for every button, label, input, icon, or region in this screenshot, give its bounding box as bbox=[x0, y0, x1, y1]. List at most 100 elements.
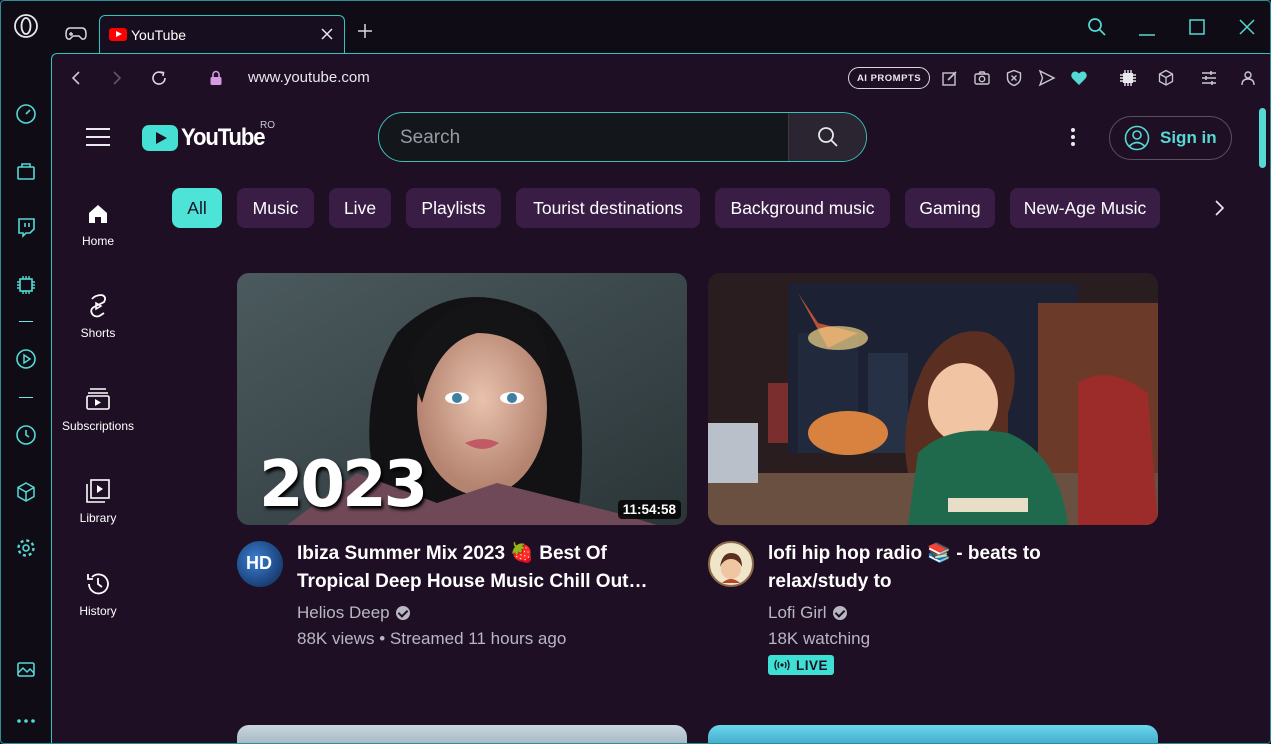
close-tab-icon[interactable] bbox=[319, 26, 335, 42]
easy-setup-icon[interactable] bbox=[1199, 68, 1219, 88]
more-icon[interactable] bbox=[14, 709, 38, 733]
sidebar-divider bbox=[19, 397, 33, 398]
channel-name[interactable]: Helios Deep bbox=[297, 603, 390, 623]
player-icon[interactable] bbox=[14, 347, 38, 371]
speed-dial-icon[interactable] bbox=[14, 102, 38, 126]
chip-gaming[interactable]: Gaming bbox=[905, 188, 995, 228]
video-meta: 88K views • Streamed 11 hours ago bbox=[297, 629, 567, 648]
search-box[interactable]: Search bbox=[378, 112, 867, 162]
ai-prompts-button[interactable]: AI PROMPTS bbox=[848, 67, 930, 89]
history-icon bbox=[52, 570, 144, 598]
tab-youtube[interactable]: YouTube bbox=[99, 15, 345, 54]
nav-label: Library bbox=[79, 511, 117, 525]
thumbnail-text: 2023 bbox=[259, 448, 428, 522]
opera-logo-icon[interactable] bbox=[14, 14, 38, 38]
reload-icon[interactable] bbox=[149, 68, 169, 88]
nav-label: History bbox=[79, 604, 117, 618]
shopping-icon[interactable] bbox=[14, 159, 38, 183]
video-thumbnail[interactable] bbox=[708, 273, 1158, 525]
close-window-icon[interactable] bbox=[1235, 15, 1259, 39]
channel-name-row: Lofi Girl bbox=[768, 603, 847, 623]
video-meta: 18K watching bbox=[768, 629, 871, 648]
chip-new-age-music[interactable]: New-Age Music bbox=[1010, 188, 1160, 228]
account-circle-icon bbox=[1124, 125, 1150, 151]
aria-icon[interactable] bbox=[14, 273, 38, 297]
chip-playlists[interactable]: Playlists bbox=[406, 188, 501, 228]
channel-name-row: Helios Deep bbox=[297, 603, 410, 623]
send-flow-icon[interactable] bbox=[1037, 68, 1057, 88]
logo-text: YouTube bbox=[181, 124, 266, 151]
search-button[interactable] bbox=[788, 113, 866, 161]
channel-name[interactable]: Lofi Girl bbox=[768, 603, 827, 623]
scrollbar-thumb[interactable] bbox=[1259, 108, 1266, 168]
video-thumbnail[interactable] bbox=[237, 725, 687, 743]
youtube-logo[interactable]: YouTube RO bbox=[142, 120, 275, 152]
settings-kebab-icon[interactable] bbox=[1070, 128, 1076, 148]
nav-library[interactable]: Library bbox=[52, 477, 144, 525]
nav-label: Home bbox=[81, 234, 114, 248]
verified-check-icon bbox=[832, 606, 847, 620]
thumbnail-image bbox=[708, 273, 1158, 525]
nav-shorts[interactable]: Shorts bbox=[52, 292, 144, 340]
video-thumbnail[interactable] bbox=[708, 725, 1158, 743]
extensions-icon[interactable] bbox=[1156, 68, 1176, 88]
chip-music[interactable]: Music bbox=[237, 188, 314, 228]
tab-bar: YouTube bbox=[51, 1, 1270, 54]
lock-icon[interactable] bbox=[206, 68, 226, 88]
forward-icon[interactable] bbox=[107, 68, 127, 88]
chevron-right-icon[interactable] bbox=[1209, 198, 1229, 218]
live-badge: LIVE bbox=[768, 655, 835, 675]
sign-in-button[interactable]: Sign in bbox=[1109, 116, 1232, 160]
duration-badge: 11:54:58 bbox=[617, 500, 681, 519]
minimize-icon[interactable] bbox=[1135, 15, 1159, 39]
chip-all[interactable]: All bbox=[172, 188, 222, 228]
lofi-girl-avatar-icon bbox=[720, 553, 742, 583]
settings-gear-icon[interactable] bbox=[14, 536, 38, 560]
url-text[interactable]: www.youtube.com bbox=[248, 69, 370, 86]
heart-icon[interactable] bbox=[1069, 68, 1089, 88]
subscriptions-icon bbox=[52, 385, 144, 413]
video-title[interactable]: lofi hip hop radio 📚 - beats to relax/st… bbox=[768, 540, 1128, 596]
nav-subscriptions[interactable]: Subscriptions bbox=[52, 385, 144, 433]
menu-hamburger-icon[interactable] bbox=[86, 128, 110, 146]
profile-icon[interactable] bbox=[1238, 68, 1258, 88]
edit-page-icon[interactable] bbox=[940, 68, 960, 88]
page-panel: www.youtube.com AI PROMPTS YouTube RO Se… bbox=[51, 53, 1270, 743]
search-input[interactable]: Search bbox=[400, 127, 460, 149]
browser-window: YouTube www.youtube.com AI PROMPTS YouTu… bbox=[0, 0, 1271, 744]
back-icon[interactable] bbox=[66, 68, 86, 88]
new-tab-plus-icon[interactable] bbox=[355, 21, 375, 41]
gallery-icon[interactable] bbox=[14, 657, 38, 681]
youtube-play-icon bbox=[142, 125, 178, 151]
maximize-icon[interactable] bbox=[1185, 15, 1209, 39]
shorts-icon bbox=[52, 292, 144, 320]
snapshot-camera-icon[interactable] bbox=[972, 68, 992, 88]
nav-label: Subscriptions bbox=[61, 419, 135, 433]
home-icon bbox=[52, 200, 144, 228]
live-label: LIVE bbox=[796, 657, 829, 673]
chip-background-music[interactable]: Background music bbox=[715, 188, 890, 228]
country-code: RO bbox=[260, 120, 275, 131]
verified-check-icon bbox=[395, 606, 410, 620]
video-thumbnail[interactable]: 2023 11:54:58 bbox=[237, 273, 687, 525]
sidebar-divider bbox=[19, 321, 33, 322]
avatar-text: HD bbox=[246, 553, 272, 573]
search-tabs-icon[interactable] bbox=[1085, 15, 1109, 39]
aria-chip-icon[interactable] bbox=[1118, 68, 1138, 88]
channel-avatar[interactable]: HD bbox=[237, 541, 283, 587]
youtube-favicon-icon bbox=[109, 28, 127, 41]
gamepad-icon[interactable] bbox=[63, 21, 89, 47]
live-broadcast-icon bbox=[774, 659, 790, 671]
chip-live[interactable]: Live bbox=[329, 188, 391, 228]
extensions-cube-icon[interactable] bbox=[14, 480, 38, 504]
video-title[interactable]: Ibiza Summer Mix 2023 🍓 Best Of Tropical… bbox=[297, 540, 657, 596]
chip-tourist-destinations[interactable]: Tourist destinations bbox=[516, 188, 700, 228]
nav-home[interactable]: Home bbox=[52, 200, 144, 248]
search-icon bbox=[817, 127, 838, 147]
sign-in-label: Sign in bbox=[1160, 128, 1217, 147]
nav-history[interactable]: History bbox=[52, 570, 144, 618]
twitch-icon[interactable] bbox=[14, 215, 38, 239]
history-icon[interactable] bbox=[14, 423, 38, 447]
channel-avatar[interactable] bbox=[708, 541, 754, 587]
adblock-shield-icon[interactable] bbox=[1004, 68, 1024, 88]
